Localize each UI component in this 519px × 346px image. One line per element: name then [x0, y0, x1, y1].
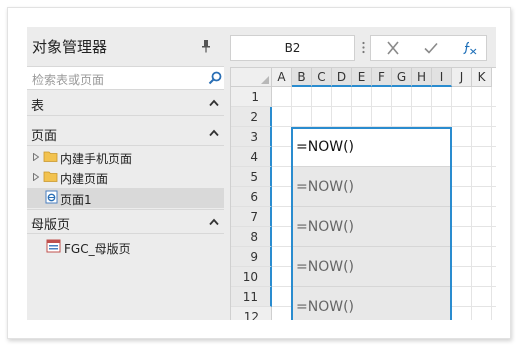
section-tables-label: 表	[31, 99, 45, 114]
tree-item-master-page[interactable]: FGC_母版页	[27, 237, 224, 257]
row-header[interactable]: 11	[231, 287, 272, 307]
pin-icon[interactable]	[201, 39, 211, 53]
search-input[interactable]: 检索表或页面	[32, 71, 104, 88]
tree-item-page1[interactable]: 页面1	[27, 188, 224, 208]
merged-cell-b8[interactable]: =NOW()	[292, 247, 452, 287]
spreadsheet-grid[interactable]: A B C D E F G H I J K 1 2 3 4 5 6 7 8 9 …	[230, 67, 496, 320]
tree-item-label: FGC_母版页	[64, 242, 131, 256]
section-pages[interactable]: 页面	[27, 121, 224, 146]
row-header[interactable]: 2	[231, 107, 272, 127]
tree-item-mobile-page[interactable]: 内建手机页面	[27, 147, 224, 167]
section-master-pages[interactable]: 母版页	[27, 209, 224, 234]
folder-icon	[43, 151, 58, 162]
column-header[interactable]: I	[432, 68, 452, 87]
tree-item-builtin-page[interactable]: 内建页面	[27, 167, 224, 187]
cancel-icon[interactable]	[385, 41, 401, 55]
section-pages-label: 页面	[31, 129, 58, 144]
master-page-icon	[46, 239, 61, 253]
tree-item-label: 内建页面	[60, 172, 109, 186]
expand-arrow-icon[interactable]	[33, 153, 39, 161]
chevron-up-icon[interactable]	[209, 99, 219, 107]
more-vertical-icon[interactable]	[362, 41, 365, 54]
merged-cell-b4[interactable]: =NOW()	[292, 167, 452, 207]
search-box[interactable]: 检索表或页面	[27, 66, 224, 90]
column-header[interactable]: B	[292, 68, 312, 87]
expand-arrow-icon[interactable]	[33, 173, 39, 181]
column-header[interactable]: E	[352, 68, 372, 87]
row-header[interactable]: 1	[231, 87, 272, 107]
column-header[interactable]: J	[452, 68, 472, 87]
row-header[interactable]: 6	[231, 187, 272, 207]
row-header[interactable]: 3	[231, 127, 272, 147]
merged-cell-b2[interactable]: =NOW()	[292, 127, 452, 167]
panel-title: 对象管理器	[32, 38, 108, 56]
row-header[interactable]: 8	[231, 227, 272, 247]
chevron-up-icon[interactable]	[209, 218, 219, 226]
tree-item-label: 页面1	[60, 193, 92, 207]
insert-function-icon[interactable]	[462, 41, 478, 55]
column-header[interactable]: D	[332, 68, 352, 87]
cell-reference-box[interactable]: B2	[230, 35, 355, 61]
formula-actions	[370, 35, 487, 61]
row-header[interactable]: 12	[231, 307, 272, 320]
row-header[interactable]: 10	[231, 267, 272, 287]
row-header[interactable]: 5	[231, 167, 272, 187]
merged-cell-b10[interactable]: =NOW()	[292, 287, 452, 320]
select-all-corner[interactable]	[231, 68, 272, 87]
column-header[interactable]: H	[412, 68, 432, 87]
column-header[interactable]: G	[392, 68, 412, 87]
chevron-up-icon[interactable]	[209, 129, 219, 137]
merged-cell-b6[interactable]: =NOW()	[292, 207, 452, 247]
column-header[interactable]: C	[312, 68, 332, 87]
search-icon[interactable]	[208, 71, 222, 85]
designer-app: 对象管理器 检索表或页面 表 页面 内建手机页面 内建页面 页面1 母版页 FG…	[27, 27, 496, 320]
confirm-icon[interactable]	[423, 41, 439, 55]
tree-item-label: 内建手机页面	[60, 152, 133, 166]
column-header[interactable]: K	[472, 68, 492, 87]
row-header[interactable]: 7	[231, 207, 272, 227]
section-master-pages-label: 母版页	[31, 218, 71, 233]
section-tables[interactable]: 表	[27, 91, 224, 116]
row-header[interactable]: 9	[231, 247, 272, 267]
folder-icon	[43, 171, 58, 182]
page-icon	[45, 190, 58, 204]
column-header[interactable]: A	[272, 68, 292, 87]
row-header[interactable]: 4	[231, 147, 272, 167]
column-header[interactable]: F	[372, 68, 392, 87]
object-manager-panel: 对象管理器 检索表或页面 表 页面 内建手机页面 内建页面 页面1 母版页 FG…	[27, 27, 224, 320]
